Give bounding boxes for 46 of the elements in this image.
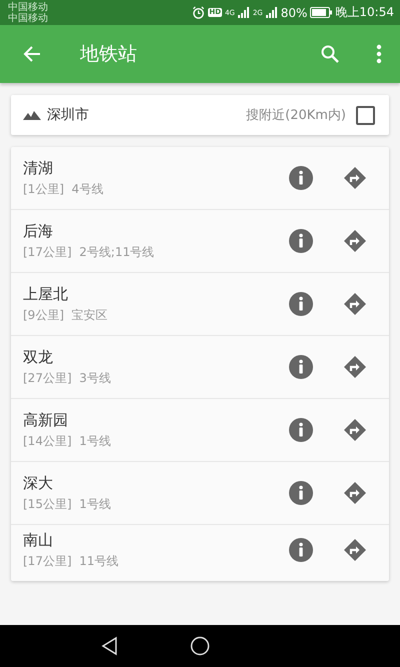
info-icon[interactable] <box>289 166 313 190</box>
nearby-checkbox[interactable] <box>356 106 375 124</box>
info-icon[interactable] <box>289 481 313 505</box>
station-detail: [15公里] 1号线 <box>23 496 112 512</box>
clock: 晚上10:54 <box>335 4 394 21</box>
station-name[interactable]: 南山 <box>23 531 289 550</box>
info-icon[interactable] <box>289 418 313 442</box>
search-icon[interactable] <box>320 44 340 64</box>
station-name[interactable]: 后海 <box>23 222 289 240</box>
directions-icon[interactable] <box>343 292 367 316</box>
station-name[interactable]: 上屋北 <box>23 284 289 304</box>
directions-icon[interactable] <box>343 418 367 442</box>
home-icon[interactable] <box>190 636 210 656</box>
alarm-icon <box>192 6 206 19</box>
station-name[interactable]: 清湖 <box>23 158 289 178</box>
screen-title: 地铁站 <box>80 42 138 67</box>
station-detail: [14公里] 1号线 <box>23 432 112 450</box>
back-icon[interactable] <box>100 636 120 656</box>
signal-icon <box>266 7 278 18</box>
battery-icon <box>310 7 332 18</box>
directions-icon[interactable] <box>343 538 367 562</box>
station-name[interactable]: 深大 <box>23 474 289 492</box>
battery-percent: 80% <box>280 6 308 20</box>
station-detail: [9公里] 宝安区 <box>23 306 109 324</box>
info-icon[interactable] <box>289 538 313 562</box>
station-detail: [17公里] 11号线 <box>23 553 120 570</box>
info-icon[interactable] <box>289 292 313 316</box>
info-icon[interactable] <box>289 229 313 253</box>
station-detail: [27公里] 3号线 <box>23 370 112 386</box>
carrier-name: 中国移动 <box>8 12 48 24</box>
mountain-icon <box>23 110 41 120</box>
carrier-name: 中国移动 <box>8 2 48 12</box>
directions-icon[interactable] <box>343 481 367 505</box>
station-name[interactable]: 高新园 <box>23 410 289 430</box>
directions-icon[interactable] <box>343 355 367 379</box>
station-detail: [17公里] 2号线;11号线 <box>23 244 156 260</box>
city-selector[interactable]: 深圳市 <box>47 106 246 124</box>
station-name[interactable]: 双龙 <box>23 348 289 366</box>
more-options-icon[interactable] <box>376 44 382 64</box>
back-arrow-icon[interactable] <box>22 44 42 64</box>
station-detail: [1公里] 4号线 <box>23 180 104 198</box>
info-icon[interactable] <box>289 355 313 379</box>
signal-icon <box>238 7 250 18</box>
nearby-label: 搜附近(20Km内) <box>246 107 346 124</box>
directions-icon[interactable] <box>343 229 367 253</box>
directions-icon[interactable] <box>343 166 367 190</box>
